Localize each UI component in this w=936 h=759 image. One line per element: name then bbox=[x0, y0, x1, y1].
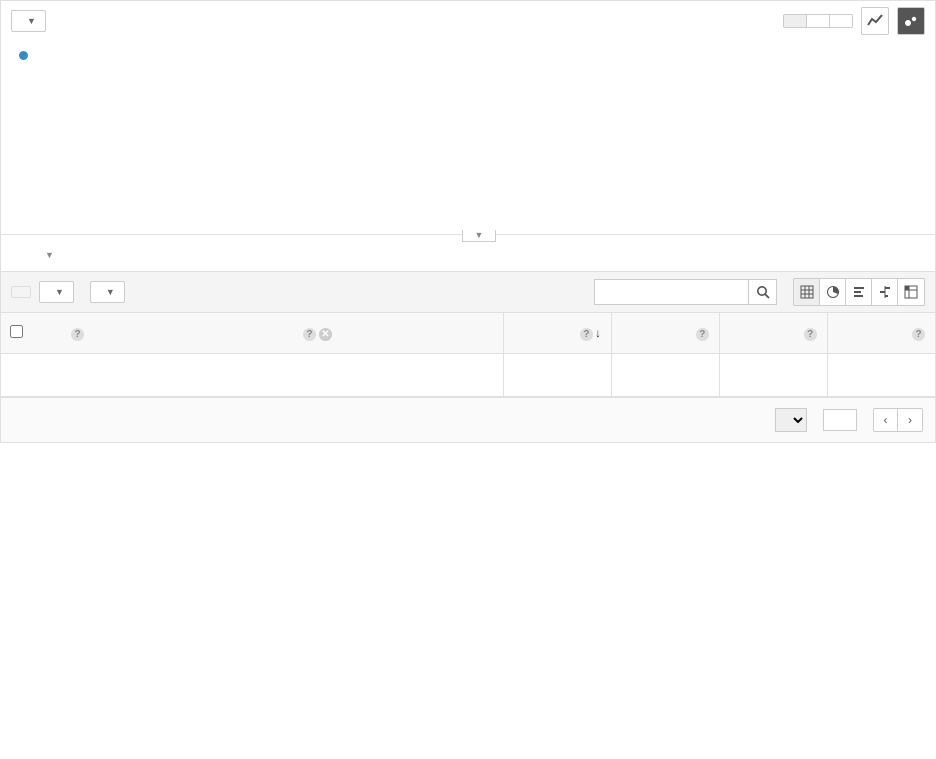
caret-down-icon: ▼ bbox=[106, 287, 115, 297]
secondary-dim-dropdown[interactable]: ▼ bbox=[39, 281, 74, 303]
chart-expand-icon[interactable]: ▼ bbox=[462, 230, 497, 242]
search-icon bbox=[756, 285, 770, 299]
help-icon[interactable]: ? bbox=[303, 328, 316, 341]
tab-day[interactable] bbox=[784, 15, 807, 27]
time-granularity-tabs bbox=[783, 14, 853, 28]
header-event-label[interactable]: ?✕ bbox=[292, 313, 504, 354]
table-view-icon[interactable] bbox=[794, 279, 820, 305]
select-all-checkbox[interactable] bbox=[10, 325, 23, 338]
comparison-view-icon[interactable] bbox=[872, 279, 898, 305]
search-input[interactable] bbox=[594, 279, 749, 305]
dim-event-action[interactable]: ▼ bbox=[45, 247, 54, 261]
header-event-value[interactable]: ? bbox=[719, 313, 827, 354]
header-total-events[interactable]: ?↓ bbox=[504, 313, 612, 354]
pie-view-icon[interactable] bbox=[820, 279, 846, 305]
sort-down-icon: ↓ bbox=[595, 326, 601, 340]
prev-page-button[interactable]: ‹ bbox=[874, 409, 898, 431]
sort-type-dropdown[interactable]: ▼ bbox=[90, 281, 125, 303]
tab-month[interactable] bbox=[830, 15, 852, 27]
header-unique-events[interactable]: ? bbox=[611, 313, 719, 354]
legend-dot-icon bbox=[19, 51, 28, 60]
caret-down-icon: ▼ bbox=[27, 16, 36, 26]
help-icon[interactable]: ? bbox=[580, 328, 593, 341]
help-icon[interactable]: ? bbox=[696, 328, 709, 341]
goto-input[interactable] bbox=[823, 409, 857, 431]
chevron-left-icon: ‹ bbox=[884, 413, 888, 427]
caret-down-icon: ▼ bbox=[55, 287, 64, 297]
chevron-right-icon: › bbox=[908, 413, 912, 427]
motion-chart-icon[interactable] bbox=[897, 7, 925, 35]
chart: ▼ bbox=[1, 64, 935, 234]
next-page-button[interactable]: › bbox=[898, 409, 922, 431]
plot-rows-button bbox=[11, 286, 31, 298]
caret-down-icon: ▼ bbox=[45, 250, 54, 260]
line-chart-icon[interactable] bbox=[861, 7, 889, 35]
tab-week[interactable] bbox=[807, 15, 830, 27]
help-icon[interactable]: ? bbox=[912, 328, 925, 341]
pivot-view-icon[interactable] bbox=[898, 279, 924, 305]
header-avg-value[interactable]: ? bbox=[827, 313, 935, 354]
header-event-action[interactable]: ? bbox=[60, 313, 292, 354]
metric-dropdown[interactable]: ▼ bbox=[11, 10, 46, 32]
help-icon[interactable]: ? bbox=[804, 328, 817, 341]
performance-view-icon[interactable] bbox=[846, 279, 872, 305]
search-button[interactable] bbox=[749, 279, 777, 305]
rows-select[interactable] bbox=[775, 408, 807, 432]
help-icon[interactable]: ? bbox=[71, 328, 84, 341]
close-icon[interactable]: ✕ bbox=[319, 328, 332, 341]
